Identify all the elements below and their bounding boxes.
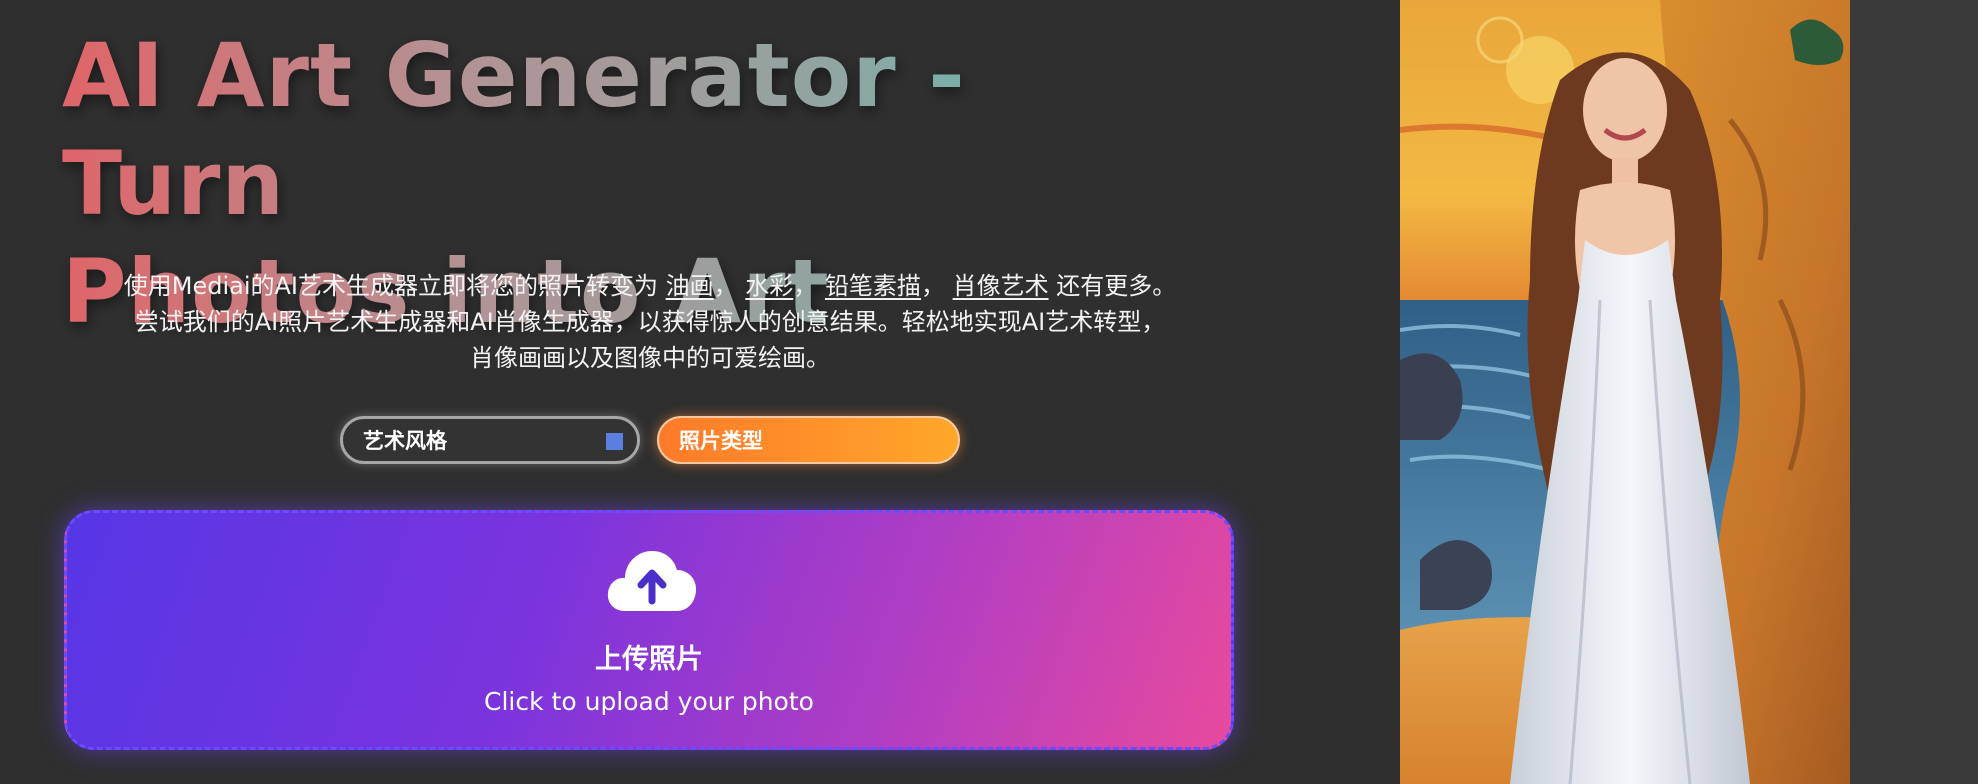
link-portrait-art[interactable]: 肖像艺术 — [953, 272, 1049, 300]
cloud-upload-icon — [607, 551, 697, 611]
upload-dropzone[interactable]: 上传照片 Click to upload your photo — [64, 510, 1234, 750]
desc-line1-prefix: 使用Mediai的AI艺术生成器立即将您的照片转变为 — [123, 272, 659, 300]
desc-line3: 肖像画画以及图像中的可爱绘画。 — [470, 344, 830, 372]
upload-title: 上传照片 — [595, 644, 703, 675]
dropdown-square-icon — [606, 433, 623, 450]
desc-separator: ， — [920, 272, 945, 300]
sample-art-image — [1400, 0, 1850, 784]
right-margin — [1850, 0, 1978, 784]
link-oil-painting[interactable]: 油画 — [666, 272, 714, 300]
page-description: 使用Mediai的AI艺术生成器立即将您的照片转变为 油画， 水彩， 铅笔素描，… — [110, 268, 1190, 376]
photo-type-select[interactable]: 照片类型 — [657, 416, 960, 464]
art-style-select[interactable]: 艺术风格 — [340, 416, 640, 464]
desc-line2: 尝试我们的AI照片艺术生成器和AI肖像生成器，以获得惊人的创意结果。轻松地实现A… — [134, 308, 1166, 336]
desc-line1-suffix: 还有更多。 — [1056, 272, 1177, 300]
link-watercolor[interactable]: 水彩 — [745, 272, 793, 300]
upload-subtitle: Click to upload your photo — [484, 687, 814, 716]
desc-separator: ， — [793, 272, 818, 300]
art-style-label: 艺术风格 — [363, 429, 447, 453]
title-line-1: AI Art Generator - Turn — [62, 24, 966, 235]
photo-type-label: 照片类型 — [679, 429, 763, 453]
desc-separator: ， — [713, 272, 738, 300]
link-pencil-sketch[interactable]: 铅笔素描 — [825, 272, 921, 300]
